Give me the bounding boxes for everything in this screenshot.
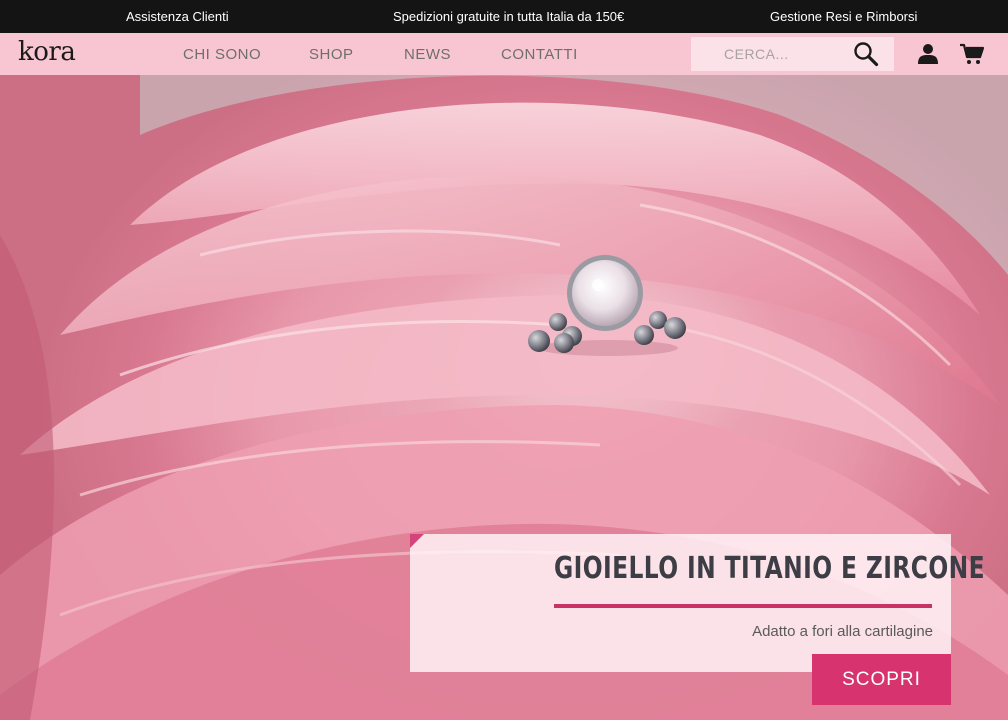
announcement-bar: Assistenza Clienti Spedizioni gratuite i… (0, 0, 1008, 33)
brand-logo[interactable]: kora (18, 37, 76, 67)
discover-button[interactable]: SCOPRI (812, 654, 951, 705)
nav-item-chi-sono[interactable]: CHI SONO (183, 46, 261, 63)
promo-title: GIOIELLO IN TITANIO E ZIRCONE (554, 551, 985, 586)
user-icon[interactable] (918, 43, 938, 64)
nav-item-shop[interactable]: SHOP (309, 46, 354, 63)
cart-icon[interactable] (960, 43, 984, 65)
promo-subtitle: Adatto a fori alla cartilagine (752, 623, 933, 640)
free-shipping-notice: Spedizioni gratuite in tutta Italia da 1… (393, 9, 625, 24)
nav-item-news[interactable]: NEWS (404, 46, 451, 63)
titanium-zircon-earring-image (528, 255, 686, 356)
nav-item-contatti[interactable]: CONTATTI (501, 46, 578, 63)
customer-care-link[interactable]: Assistenza Clienti (126, 9, 229, 24)
search-icon[interactable] (853, 41, 879, 67)
search-input[interactable] (691, 37, 851, 71)
promo-corner-accent (410, 534, 424, 548)
promo-divider (554, 604, 932, 608)
returns-link[interactable]: Gestione Resi e Rimborsi (770, 9, 917, 24)
